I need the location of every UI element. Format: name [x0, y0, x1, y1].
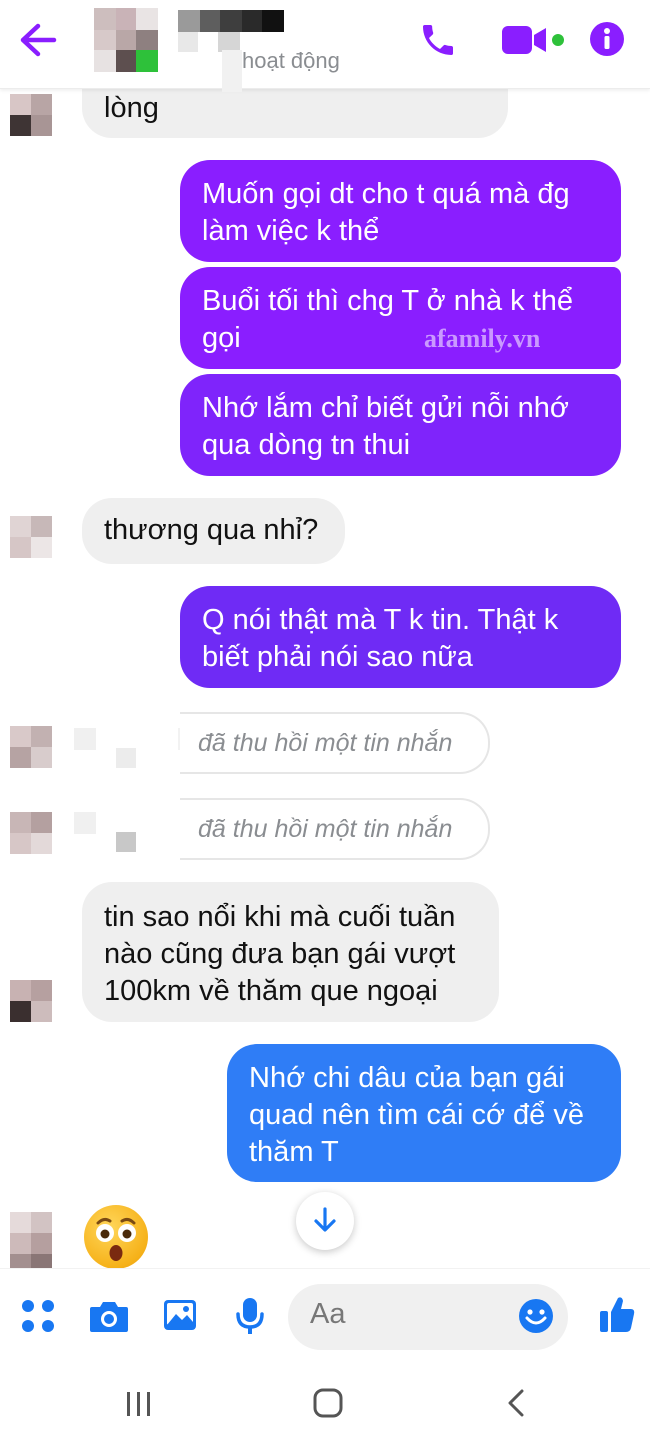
- contact-avatar-small[interactable]: [10, 516, 52, 558]
- scroll-down-button[interactable]: [296, 1192, 354, 1250]
- contact-name-redacted: [178, 10, 284, 32]
- emoji-icon[interactable]: [518, 1298, 554, 1334]
- astonished-face-icon[interactable]: [84, 1205, 148, 1269]
- system-navigation-bar: [0, 1365, 650, 1444]
- chat-header: hoạt động: [0, 0, 650, 92]
- info-icon[interactable]: [589, 21, 625, 57]
- arrow-down-icon: [314, 1207, 336, 1232]
- microphone-icon[interactable]: [234, 1296, 266, 1336]
- message-input-placeholder: Aa: [310, 1298, 346, 1330]
- back-nav-icon[interactable]: [504, 1387, 530, 1419]
- menu-dots-icon[interactable]: [20, 1298, 56, 1334]
- video-camera-icon[interactable]: [500, 24, 568, 56]
- back-arrow-icon[interactable]: [18, 22, 58, 58]
- contact-avatar[interactable]: [94, 8, 158, 72]
- recent-apps-icon[interactable]: [124, 1389, 154, 1419]
- contact-avatar-small[interactable]: [10, 1212, 52, 1276]
- camera-icon[interactable]: [88, 1298, 130, 1334]
- recalled-message: đã thu hồi một tin nhắn: [180, 712, 490, 774]
- active-status: hoạt động: [242, 48, 340, 73]
- received-message[interactable]: tin sao nổi khi mà cuối tuần nào cũng đư…: [82, 882, 499, 1022]
- home-icon[interactable]: [312, 1387, 344, 1419]
- phone-icon[interactable]: [418, 20, 458, 60]
- thumbs-up-icon[interactable]: [598, 1294, 636, 1334]
- sent-message[interactable]: Q nói thật mà T k tin. Thật k biết phải …: [180, 586, 621, 688]
- sent-message[interactable]: Nhớ chi dâu của bạn gái quad nên tìm cái…: [227, 1044, 621, 1182]
- recalled-message: đã thu hồi một tin nhắn: [180, 798, 490, 860]
- sent-message[interactable]: Buổi tối thì chg T ở nhà k thể gọi: [180, 267, 621, 369]
- received-message[interactable]: thương qua nhỉ?: [82, 498, 345, 564]
- contact-avatar-small[interactable]: [10, 980, 52, 1022]
- contact-avatar-small[interactable]: [10, 812, 52, 854]
- sent-message[interactable]: Muốn gọi dt cho t quá mà đg làm việc k t…: [180, 160, 621, 262]
- image-icon[interactable]: [162, 1298, 198, 1332]
- sent-message[interactable]: Nhớ lắm chỉ biết gửi nỗi nhớ qua dòng tn…: [180, 374, 621, 476]
- contact-avatar-small[interactable]: [10, 94, 52, 136]
- contact-avatar-small[interactable]: [10, 726, 52, 768]
- watermark: afamily.vn: [424, 324, 541, 353]
